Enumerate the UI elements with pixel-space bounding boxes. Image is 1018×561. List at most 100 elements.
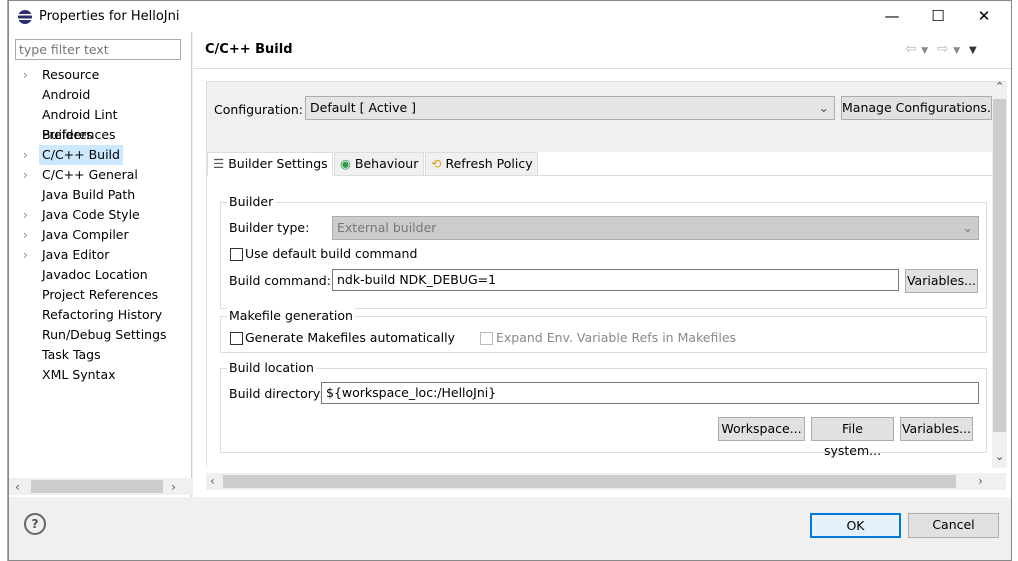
tab-label: Behaviour — [354, 156, 419, 171]
list-icon: ☰ — [213, 156, 225, 171]
build-directory-input[interactable]: ${workspace_loc:/HelloJni} — [321, 382, 979, 404]
configuration-label: Configuration: — [214, 102, 303, 117]
scrolled-content: Configuration: Default [ Active ] ⌄ Mana… — [206, 80, 1007, 468]
sidebar-item-label: Java Compiler — [42, 227, 129, 242]
tab-label: Refresh Policy — [445, 156, 533, 171]
sidebar-item-label: Android — [42, 87, 91, 102]
sidebar-item[interactable]: › Resource — [9, 65, 192, 85]
forward-menu-icon[interactable]: ▼ — [953, 46, 960, 56]
close-button[interactable]: ✕ — [961, 1, 1007, 32]
location-variables-button[interactable]: Variables... — [900, 417, 973, 441]
use-default-label: Use default build command — [245, 246, 418, 261]
sidebar-item[interactable]: Run/Debug Settings — [9, 325, 192, 345]
builder-group-label: Builder — [227, 194, 276, 209]
tab-behaviour[interactable]: ◉ Behaviour — [334, 152, 424, 176]
ok-button[interactable]: OK — [810, 513, 901, 538]
sidebar-item-label: XML Syntax — [42, 367, 116, 382]
chevron-right-icon[interactable]: › — [23, 165, 28, 185]
scroll-thumb[interactable] — [223, 475, 956, 488]
expand-env-label: Expand Env. Variable Refs in Makefiles — [496, 330, 737, 345]
content-hscrollbar[interactable]: ‹ › — [206, 473, 1006, 490]
workspace-button[interactable]: Workspace... — [718, 417, 805, 441]
sidebar-item-label: Resource — [42, 67, 100, 82]
sidebar-item[interactable]: › Java Compiler — [9, 225, 192, 245]
sidebar: › Resource Android Android Lint Preferences… — [9, 32, 192, 497]
generate-makefiles-checkbox[interactable] — [230, 332, 243, 345]
sidebar-item-label: Java Build Path — [42, 187, 136, 202]
use-default-checkbox[interactable] — [230, 248, 243, 261]
sidebar-item-label: C/C++ General — [42, 167, 138, 182]
builder-type-value: External builder — [337, 220, 437, 235]
file-system-button[interactable]: File system... — [811, 417, 894, 458]
background-window — [0, 0, 8, 561]
sidebar-item-label: Task Tags — [42, 347, 101, 362]
sidebar-item[interactable]: Javadoc Location — [9, 265, 192, 285]
window-title: Properties for HelloJni — [39, 9, 180, 24]
back-menu-icon[interactable]: ▼ — [921, 46, 928, 56]
scroll-down-icon[interactable]: ⌄ — [995, 450, 1004, 463]
sidebar-item-label: Run/Debug Settings — [42, 327, 167, 342]
sidebar-item[interactable]: Java Build Path — [9, 185, 192, 205]
makefile-group: Makefile generation Generate Makefiles a… — [220, 308, 987, 353]
sidebar-item[interactable]: Refactoring History — [9, 305, 192, 325]
scroll-up-icon[interactable]: ⌃ — [995, 80, 1004, 93]
sidebar-item-label: Java Editor — [42, 247, 110, 262]
sidebar-item[interactable]: Project References — [9, 285, 192, 305]
scroll-right-icon[interactable]: › — [978, 473, 983, 488]
divider — [193, 68, 1011, 69]
sidebar-item-label: Refactoring History — [42, 307, 163, 322]
scroll-thumb[interactable] — [993, 99, 1006, 432]
builder-variables-button[interactable]: Variables... — [905, 269, 978, 293]
chevron-right-icon[interactable]: › — [23, 145, 28, 165]
sidebar-item[interactable]: XML Syntax — [9, 365, 192, 385]
scroll-thumb[interactable] — [31, 480, 163, 493]
tab-label: Builder Settings — [228, 156, 328, 171]
filter-input[interactable] — [15, 39, 181, 60]
sidebar-item[interactable]: Builders — [9, 125, 192, 145]
builder-type-label: Builder type: — [229, 220, 310, 235]
maximize-button[interactable]: ☐ — [915, 1, 961, 32]
manage-configurations-button[interactable]: Manage Configurations... — [841, 96, 992, 120]
view-menu-icon[interactable]: ▼ — [969, 45, 977, 56]
builder-type-select[interactable]: External builder ⌄ — [332, 216, 979, 240]
build-location-group: Build location Build directory: ${worksp… — [220, 360, 987, 458]
tab-refresh-policy[interactable]: ⟲ Refresh Policy — [425, 152, 538, 176]
chevron-right-icon[interactable]: › — [23, 65, 28, 85]
help-button[interactable]: ? — [24, 513, 46, 535]
tab-builder-settings[interactable]: ☰ Builder Settings — [207, 152, 333, 176]
sidebar-hscrollbar[interactable]: ‹ › — [9, 478, 192, 495]
cancel-button[interactable]: Cancel — [908, 513, 999, 538]
property-page: C/C++ Build ⇦ ▼ ⇨ ▼ ▼ Configuration: Def… — [193, 32, 1011, 497]
tab-area: ☰ Builder Settings ◉ Behaviour ⟲ Refresh… — [207, 152, 992, 468]
eclipse-icon — [18, 10, 32, 24]
chevron-right-icon[interactable]: › — [23, 225, 28, 245]
sidebar-item-label: C/C++ Build — [39, 145, 123, 165]
sidebar-item[interactable]: Task Tags — [9, 345, 192, 365]
content-vscrollbar[interactable]: ⌃ ⌄ — [992, 80, 1007, 468]
scroll-right-icon[interactable]: › — [171, 479, 176, 494]
sidebar-item[interactable]: Android Lint Preferences — [9, 105, 192, 142]
back-arrow-icon[interactable]: ⇦ — [905, 41, 917, 57]
build-command-input[interactable]: ndk-build NDK_DEBUG=1 — [332, 269, 899, 291]
chevron-right-icon[interactable]: › — [23, 245, 28, 265]
sidebar-item[interactable]: › Java Editor — [9, 245, 192, 265]
title-bar: Properties for HelloJni — ☐ ✕ — [9, 1, 1011, 32]
sidebar-item[interactable]: › C/C++ Build — [9, 145, 192, 165]
sidebar-item[interactable]: › C/C++ General — [9, 165, 192, 185]
nav-controls: ⇦ ▼ ⇨ ▼ ▼ — [905, 41, 977, 57]
build-directory-label: Build directory: — [229, 386, 324, 401]
properties-dialog: Properties for HelloJni — ☐ ✕ › Resource A… — [8, 0, 1012, 561]
minimize-button[interactable]: — — [869, 1, 915, 32]
scroll-left-icon[interactable]: ‹ — [210, 473, 215, 488]
sidebar-item-label: Javadoc Location — [42, 267, 148, 282]
scroll-left-icon[interactable]: ‹ — [15, 479, 20, 494]
sidebar-item[interactable]: Android — [9, 85, 192, 105]
sidebar-item[interactable]: › Java Code Style — [9, 205, 192, 225]
expand-env-checkbox[interactable] — [480, 332, 493, 345]
builder-group: Builder Builder type: External builder ⌄ … — [220, 194, 987, 309]
forward-arrow-icon[interactable]: ⇨ — [937, 41, 949, 57]
configuration-select[interactable]: Default [ Active ] ⌄ — [305, 96, 835, 120]
build-command-label: Build command: — [229, 273, 331, 288]
sidebar-item-label: Java Code Style — [42, 207, 140, 222]
chevron-right-icon[interactable]: › — [23, 205, 28, 225]
